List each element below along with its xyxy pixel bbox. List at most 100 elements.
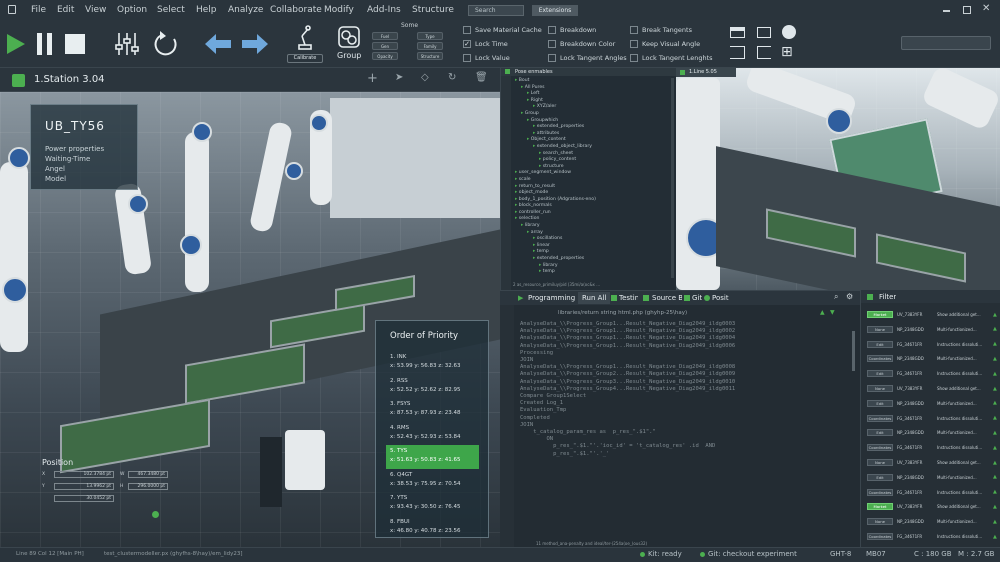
arrow-right-icon[interactable]: [242, 34, 268, 54]
tree-item[interactable]: ▸ search_sheet: [515, 151, 660, 158]
priority-item[interactable]: 5. TYS x: 51.63 y: 50.83 z: 41.65: [386, 445, 479, 469]
filter-row[interactable]: Market UV_7383YFR Show additional get... ▲: [867, 310, 997, 319]
pos-field[interactable]: 296.0000 pt: [128, 483, 168, 490]
mixer-icon[interactable]: [115, 31, 139, 57]
factory-viewport[interactable]: UB_TY56 Power properties Waiting-Time An…: [0, 92, 500, 547]
filter-row-button[interactable]: None: [867, 459, 893, 466]
filter-row[interactable]: None NP_2348GDD Multi-functionized... ▲: [867, 325, 997, 334]
checkbox-checked[interactable]: ✓: [463, 40, 471, 48]
filter-row[interactable]: Edit NP_2348GDD Multi-functionized... ▲: [867, 428, 997, 437]
check-lock-time[interactable]: ✓ Lock Time: [463, 40, 508, 48]
tab-run-all[interactable]: Run All: [578, 292, 611, 304]
tree-item[interactable]: ▸ policy_content: [515, 157, 660, 164]
gear-icon[interactable]: ⚙: [846, 292, 853, 301]
tree-item[interactable]: ▸ oscillations: [515, 236, 660, 243]
filter-row[interactable]: Market UV_7383YFR Show additional get... ▲: [867, 502, 997, 511]
code-editor[interactable]: AnalyseData_\\Progress_Group1...Result_N…: [520, 321, 850, 521]
pause-icon[interactable]: [37, 33, 53, 55]
menu-structure[interactable]: Structure: [412, 5, 454, 15]
close-icon[interactable]: ✕: [982, 3, 990, 14]
status-git[interactable]: Git: checkout experiment: [708, 550, 797, 558]
tree-item[interactable]: ▸ Bout: [515, 78, 660, 85]
checkbox[interactable]: [630, 54, 638, 62]
check-lock-value[interactable]: Lock Value: [463, 54, 510, 62]
menu-search-field[interactable]: Search: [468, 5, 524, 16]
filter-row[interactable]: None NP_2348GDD Multi-functionized... ▲: [867, 517, 997, 526]
window-icon[interactable]: [757, 27, 771, 38]
tree-item[interactable]: ▸ extended_object_library: [515, 144, 660, 151]
filter-row[interactable]: Edit NP_2348GDD Multi-functionized... ▲: [867, 473, 997, 482]
filter-row-button[interactable]: Market: [867, 311, 893, 318]
filter-row-button[interactable]: Coordinates: [867, 444, 893, 452]
tree-item[interactable]: ▸ scale: [515, 177, 660, 184]
robot-arm-icon[interactable]: [297, 24, 313, 50]
tree-item[interactable]: ▸ Group: [515, 111, 660, 118]
some-family-button[interactable]: Family: [417, 42, 443, 50]
nav-prev-icon[interactable]: ▲: [820, 309, 825, 316]
check-break-tangents[interactable]: Break Tangents: [630, 26, 692, 34]
pos-field[interactable]: 13.9962 pt: [54, 483, 114, 490]
filter-row[interactable]: Edit FG_34671FR Instructions dissoluti... ▲: [867, 369, 997, 378]
filter-row-button[interactable]: Coordinates: [867, 488, 893, 496]
tree-item[interactable]: ▸ extended_properties: [515, 256, 660, 263]
plus-window-icon[interactable]: [782, 25, 796, 39]
checkbox[interactable]: [548, 54, 556, 62]
menu-add-ins[interactable]: Add-Ins: [367, 5, 401, 15]
some-opacity-button[interactable]: Opacity: [372, 52, 398, 60]
filter-row-button[interactable]: Coordinates: [867, 355, 893, 363]
search-icon[interactable]: ⌕: [834, 292, 838, 302]
export-icon[interactable]: [757, 46, 771, 59]
checkbox[interactable]: [630, 40, 638, 48]
code-scrollbar[interactable]: [852, 331, 855, 371]
filter-row[interactable]: None UV_7383YFR Show additional get... ▲: [867, 458, 997, 467]
filter-row-button[interactable]: Market: [867, 503, 893, 511]
tab-source[interactable]: Source Br: [652, 294, 682, 302]
filter-row[interactable]: None UV_7383YFR Show additional get... ▲: [867, 384, 997, 393]
filter-row-button[interactable]: None: [867, 325, 893, 333]
menu-collaborate[interactable]: Collaborate: [270, 5, 322, 15]
filter-row[interactable]: Coordinates FG_34671FR Instructions dissol…: [867, 532, 997, 541]
check-keep-visual-angle[interactable]: Keep Visual Angle: [630, 40, 700, 48]
line-viewport[interactable]: 1.Line 5.05: [676, 68, 1000, 290]
nav-next-icon[interactable]: ▼: [830, 309, 835, 316]
group-icon[interactable]: [337, 25, 361, 49]
filter-row[interactable]: Coordinates FG_34671FR Instructions dissol…: [867, 414, 997, 423]
tree-item[interactable]: ▸ Left: [515, 91, 660, 98]
priority-item[interactable]: 6. Q4GT x: 38.53 y: 75.95 z: 70.54: [386, 469, 479, 493]
pos-field[interactable]: 467.3480 pt: [128, 471, 168, 478]
check-save-material-cache[interactable]: Save Material Cache: [463, 26, 542, 34]
tree-item[interactable]: ▸ library: [515, 263, 660, 270]
pos-field[interactable]: 102.3784 pt: [54, 471, 114, 478]
menu-edit[interactable]: Edit: [57, 5, 74, 15]
tree-item[interactable]: ▸ temp: [515, 269, 660, 276]
checkbox[interactable]: [463, 54, 471, 62]
tree-item[interactable]: ▸ Object_content: [515, 137, 660, 144]
checkbox[interactable]: [463, 26, 471, 34]
pointer-icon[interactable]: ➤: [395, 72, 403, 83]
filter-row[interactable]: Coordinates FG_34671FR Instructions dissol…: [867, 443, 997, 452]
filter-row-button[interactable]: Edit: [867, 473, 893, 481]
filter-row-button[interactable]: Edit: [867, 370, 893, 378]
maximize-icon[interactable]: [963, 6, 971, 14]
minimize-icon[interactable]: [943, 10, 950, 12]
tree-item[interactable]: ▸ user_segment_window: [515, 170, 660, 177]
stop-icon[interactable]: [65, 34, 85, 54]
toolbar-search-input[interactable]: [901, 36, 991, 50]
play-icon[interactable]: [7, 34, 25, 54]
menu-extensions-button[interactable]: Extensions: [532, 5, 578, 16]
priority-item[interactable]: 3. FSYS x: 87.53 y: 87.93 z: 23.48: [386, 398, 479, 422]
calibrate-button[interactable]: Calibrate: [287, 54, 323, 63]
check-lock-tangent-angles[interactable]: Lock Tangent Angles: [548, 54, 627, 62]
menu-help[interactable]: Help: [196, 5, 217, 15]
rotate-icon[interactable]: ↻: [448, 72, 456, 83]
check-breakdown-color[interactable]: Breakdown Color: [548, 40, 615, 48]
trash-icon[interactable]: 🗑: [475, 72, 488, 83]
checkbox[interactable]: [548, 26, 556, 34]
tree-item[interactable]: ▸ library: [515, 223, 660, 230]
menu-modify[interactable]: Modify: [324, 5, 354, 15]
menu-file[interactable]: File: [31, 5, 46, 15]
menu-select[interactable]: Select: [157, 5, 185, 15]
pos-field[interactable]: 30.0452 pt: [54, 495, 114, 502]
filter-row-button[interactable]: Edit: [867, 399, 893, 407]
filter-row[interactable]: Edit FG_34671FR Instructions dissoluti... ▲: [867, 340, 997, 349]
